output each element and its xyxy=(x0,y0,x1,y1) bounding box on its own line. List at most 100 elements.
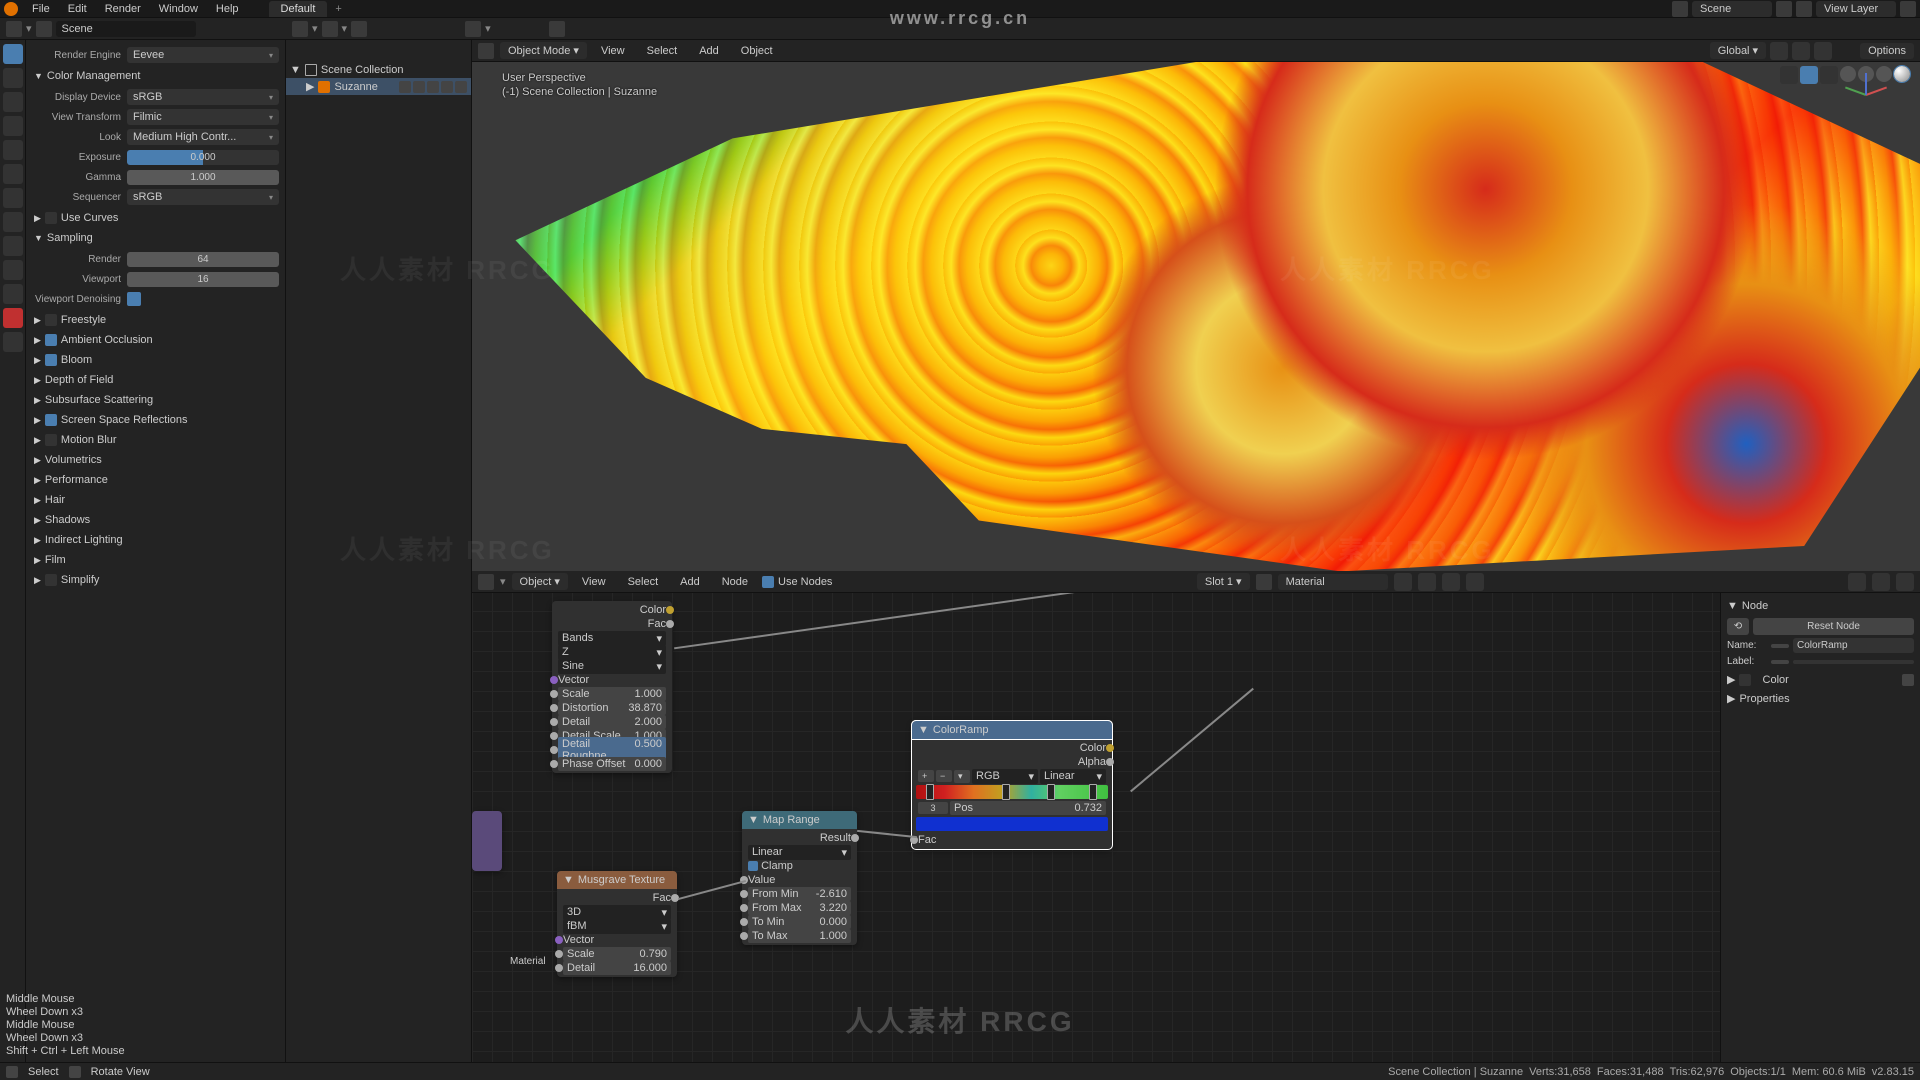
overlays-toggle-icon[interactable] xyxy=(1800,66,1818,84)
dof-section[interactable]: ▶Depth of Field xyxy=(32,370,279,390)
menu-edit[interactable]: Edit xyxy=(60,1,95,17)
to-min-field[interactable]: To Min0.000 xyxy=(748,915,851,929)
3d-viewport[interactable]: Object Mode ▾ View Select Add Object Glo… xyxy=(472,40,1920,571)
eye-icon[interactable] xyxy=(427,81,439,93)
tab-output-icon[interactable] xyxy=(3,68,23,88)
performance-section[interactable]: ▶Performance xyxy=(32,470,279,490)
wave-detail-field[interactable]: Detail2.000 xyxy=(558,715,666,729)
ne-menu-add[interactable]: Add xyxy=(672,574,708,590)
editor-type-shader-icon[interactable] xyxy=(478,574,494,590)
scene-name-field[interactable]: Scene xyxy=(56,21,196,37)
use-curves-section[interactable]: ▶Use Curves xyxy=(32,208,279,228)
viewport-visibility-icon[interactable] xyxy=(441,81,453,93)
outliner-object-suzanne[interactable]: ▶Suzanne xyxy=(286,78,471,95)
material-slot-dropdown[interactable]: Slot 1 ▾ xyxy=(1197,573,1250,590)
musgrave-detail-field[interactable]: Detail16.000 xyxy=(563,961,671,975)
shader-node-editor[interactable]: ▾ Object ▾ View Select Add Node Use Node… xyxy=(472,571,1920,1062)
tab-viewlayer-icon[interactable] xyxy=(3,92,23,112)
node-section-header[interactable]: ▼Node xyxy=(1727,597,1914,615)
sequencer-dropdown[interactable]: sRGB▾ xyxy=(127,189,279,205)
menu-file[interactable]: File xyxy=(24,1,58,17)
shader-type-dropdown[interactable]: Object ▾ xyxy=(512,573,568,590)
color-management-section[interactable]: ▼Color Management xyxy=(32,66,279,86)
look-dropdown[interactable]: Medium High Contr...▾ xyxy=(127,129,279,145)
navigation-gizmo[interactable] xyxy=(1842,70,1890,118)
freestyle-section[interactable]: ▶Freestyle xyxy=(32,310,279,330)
volumetrics-section[interactable]: ▶Volumetrics xyxy=(32,450,279,470)
display-mode-icon[interactable] xyxy=(322,21,338,37)
wave-phase-offset-field[interactable]: Phase Offset0.000 xyxy=(558,757,666,771)
ne-menu-node[interactable]: Node xyxy=(714,574,756,590)
tab-particle-icon[interactable] xyxy=(3,212,23,232)
ne-tool-1-icon[interactable] xyxy=(1848,573,1866,591)
sampling-section[interactable]: ▼Sampling xyxy=(32,228,279,248)
render-samples-field[interactable]: 64 xyxy=(127,252,279,267)
tab-physics-icon[interactable] xyxy=(3,236,23,256)
ne-menu-view[interactable]: View xyxy=(574,574,614,590)
tab-constraint-icon[interactable] xyxy=(3,260,23,280)
reset-node-button[interactable]: Reset Node xyxy=(1753,618,1914,635)
ramp-mode-dropdown[interactable]: RGB▾ xyxy=(972,769,1038,784)
ne-menu-select[interactable]: Select xyxy=(620,574,667,590)
proportional-icon[interactable] xyxy=(1814,42,1832,60)
color-list-icon[interactable] xyxy=(1902,674,1914,686)
color-section-header[interactable]: ▶ Color xyxy=(1727,670,1914,689)
bloom-section[interactable]: ▶Bloom xyxy=(32,350,279,370)
simplify-section[interactable]: ▶Simplify xyxy=(32,570,279,590)
snap-icon[interactable] xyxy=(1792,42,1810,60)
new-collection-icon[interactable] xyxy=(549,21,565,37)
use-nodes-checkbox[interactable]: Use Nodes xyxy=(762,576,832,588)
map-range-interp-dropdown[interactable]: Linear▾ xyxy=(748,845,851,860)
reset-node-icon[interactable]: ⟲ xyxy=(1727,618,1749,635)
film-section[interactable]: ▶Film xyxy=(32,550,279,570)
hair-section[interactable]: ▶Hair xyxy=(32,490,279,510)
workspace-tab[interactable]: Default xyxy=(269,1,328,17)
map-range-node[interactable]: ▼Map Range Result Linear▾ Clamp Value Fr… xyxy=(742,811,857,945)
node-label-field[interactable] xyxy=(1793,660,1914,664)
sss-section[interactable]: ▶Subsurface Scattering xyxy=(32,390,279,410)
outliner-scene-collection[interactable]: ▼Scene Collection xyxy=(286,62,471,78)
tab-render-icon[interactable] xyxy=(3,44,23,64)
display-device-dropdown[interactable]: sRGB▾ xyxy=(127,89,279,105)
exposure-slider[interactable]: 0.000 xyxy=(127,150,279,165)
options-dropdown[interactable]: Options xyxy=(1860,43,1914,59)
indirect-lighting-section[interactable]: ▶Indirect Lighting xyxy=(32,530,279,550)
color-ramp-gradient[interactable] xyxy=(916,785,1108,799)
wave-profile-dropdown[interactable]: Sine▾ xyxy=(558,659,666,674)
ramp-interp-dropdown[interactable]: Linear▾ xyxy=(1040,769,1106,784)
interaction-mode-dropdown[interactable]: Object Mode ▾ xyxy=(500,42,587,59)
shadows-section[interactable]: ▶Shadows xyxy=(32,510,279,530)
musgrave-type-dropdown[interactable]: fBM▾ xyxy=(563,919,671,934)
wave-axis-dropdown[interactable]: Z▾ xyxy=(558,645,666,660)
editor-type-viewport-icon[interactable] xyxy=(478,43,494,59)
material-unlink-icon[interactable] xyxy=(1442,573,1460,591)
ramp-position-field[interactable]: Pos0.732 xyxy=(950,801,1106,815)
menu-render[interactable]: Render xyxy=(97,1,149,17)
color-ramp-header[interactable]: ▼ColorRamp xyxy=(912,721,1112,739)
vp-menu-add[interactable]: Add xyxy=(691,43,727,59)
ne-tool-2-icon[interactable] xyxy=(1872,573,1890,591)
menu-help[interactable]: Help xyxy=(208,1,247,17)
xray-toggle-icon[interactable] xyxy=(1820,66,1838,84)
musgrave-header[interactable]: ▼Musgrave Texture xyxy=(557,871,677,889)
material-user-icon[interactable] xyxy=(1394,573,1412,591)
render-visibility-icon[interactable] xyxy=(455,81,467,93)
gizmo-toggle-icon[interactable] xyxy=(1780,66,1798,84)
scene-new-icon[interactable] xyxy=(1776,1,1792,17)
editor-type-icon[interactable] xyxy=(6,21,22,37)
node-name-field[interactable]: ColorRamp xyxy=(1793,638,1914,653)
tab-data-icon[interactable] xyxy=(3,284,23,304)
material-link-icon[interactable] xyxy=(413,81,425,93)
to-max-field[interactable]: To Max1.000 xyxy=(748,929,851,943)
tab-material-icon[interactable] xyxy=(3,308,23,328)
wave-distortion-field[interactable]: Distortion38.870 xyxy=(558,701,666,715)
tab-object-icon[interactable] xyxy=(3,164,23,184)
from-max-field[interactable]: From Max3.220 xyxy=(748,901,851,915)
ne-tool-3-icon[interactable] xyxy=(1896,573,1914,591)
ramp-color-swatch[interactable] xyxy=(916,817,1108,831)
wave-scale-field[interactable]: Scale1.000 xyxy=(558,687,666,701)
view-transform-dropdown[interactable]: Filmic▾ xyxy=(127,109,279,125)
wave-type-dropdown[interactable]: Bands▾ xyxy=(558,631,666,646)
viewport-denoising-checkbox[interactable] xyxy=(127,292,141,306)
tab-scene-icon[interactable] xyxy=(3,116,23,136)
